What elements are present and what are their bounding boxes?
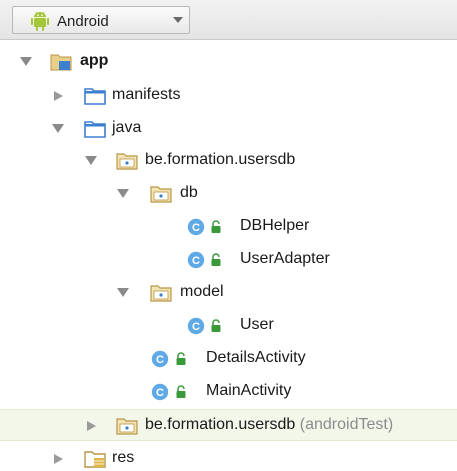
tree-label-detailsactivity: DetailsActivity [206, 349, 306, 366]
package-icon [150, 186, 172, 203]
tree-label-db: db [180, 184, 198, 201]
public-access-icon [211, 220, 221, 233]
class-icon: C [187, 317, 205, 335]
tree-label-package-main: be.formation.usersdb [145, 151, 296, 168]
expand-toggle-icon[interactable] [20, 57, 32, 67]
tree-row-detailsactivity[interactable]: C DetailsActivity [0, 343, 457, 375]
android-icon [31, 11, 49, 31]
tree-row-user[interactable]: C User [0, 310, 457, 342]
tree-label-manifests: manifests [112, 86, 181, 103]
tree-row-res[interactable]: res [0, 443, 457, 471]
tree-row-useradapter[interactable]: C UserAdapter [0, 244, 457, 276]
public-access-icon [211, 319, 221, 332]
tree-row-app[interactable]: app [0, 46, 457, 78]
tree-label-useradapter: UserAdapter [240, 250, 330, 267]
folder-icon [84, 88, 106, 105]
tree-label-dbhelper: DBHelper [240, 217, 310, 234]
tree-row-manifests[interactable]: manifests [0, 80, 457, 112]
tree-row-package-main[interactable]: be.formation.usersdb [0, 145, 457, 177]
public-access-icon [176, 352, 186, 365]
project-view-selector[interactable]: Android [12, 6, 190, 34]
class-icon: C [187, 251, 205, 269]
project-tool-window: Android app manifests java be.formation.… [0, 0, 457, 471]
collapse-toggle-icon[interactable] [85, 421, 97, 431]
source-folder-icon [84, 121, 106, 138]
class-icon: C [151, 383, 169, 401]
dropdown-arrow-icon[interactable] [173, 16, 183, 24]
tree-label-mainactivity: MainActivity [206, 382, 292, 399]
project-view-label: Android [57, 13, 109, 30]
tree-label-package-test: be.formation.usersdb (androidTest) [145, 416, 393, 434]
tree-row-model[interactable]: model [0, 277, 457, 309]
svg-text:C: C [192, 321, 200, 333]
expand-toggle-icon[interactable] [52, 124, 64, 134]
expand-toggle-icon[interactable] [85, 156, 97, 166]
expand-toggle-icon[interactable] [117, 189, 129, 199]
tree-row-db[interactable]: db [0, 178, 457, 210]
tree-row-mainactivity[interactable]: C MainActivity [0, 376, 457, 408]
project-toolbar: Android [0, 0, 457, 40]
tree-label-app: app [80, 52, 109, 69]
svg-text:C: C [156, 387, 164, 399]
public-access-icon [176, 385, 186, 398]
tree-label-model: model [180, 283, 224, 300]
package-icon [116, 418, 138, 435]
tree-row-java[interactable]: java [0, 113, 457, 145]
tree-label-java: java [112, 119, 142, 136]
svg-text:C: C [156, 354, 164, 366]
collapse-toggle-icon[interactable] [52, 454, 64, 464]
collapse-toggle-icon[interactable] [52, 91, 64, 101]
svg-text:C: C [192, 255, 200, 267]
tree-label-user: User [240, 316, 274, 333]
tree-row-dbhelper[interactable]: C DBHelper [0, 211, 457, 243]
class-icon: C [187, 218, 205, 236]
svg-text:C: C [192, 222, 200, 234]
tree-row-package-test[interactable]: be.formation.usersdb (androidTest) [0, 409, 457, 441]
test-source-suffix: (androidTest) [299, 416, 394, 433]
package-icon [116, 153, 138, 170]
package-name: be.formation.usersdb [145, 416, 296, 433]
public-access-icon [211, 253, 221, 266]
expand-toggle-icon[interactable] [117, 288, 129, 298]
resource-folder-icon [84, 451, 106, 468]
class-icon: C [151, 350, 169, 368]
tree-label-res: res [112, 449, 135, 466]
package-icon [150, 285, 172, 302]
module-folder-icon [50, 54, 72, 71]
